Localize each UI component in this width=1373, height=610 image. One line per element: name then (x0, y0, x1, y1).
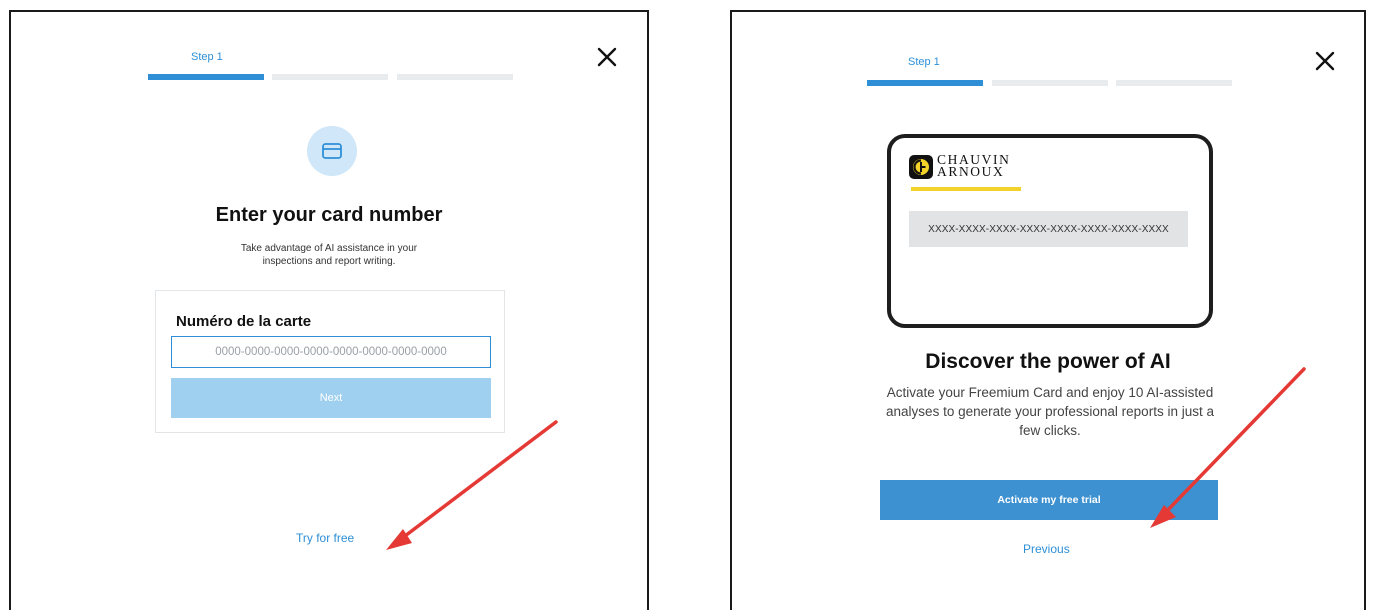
card-number-strip: XXXX-XXXX-XXXX-XXXX-XXXX-XXXX-XXXX-XXXX (909, 211, 1188, 247)
free-trial-dialog: Step 1 CHAUVIN ARNOUX XXXX-XXXX-XXXX-XXX… (730, 10, 1366, 610)
step-progress-2 (992, 80, 1108, 86)
description-line: Activate your Freemium Card and enjoy 10… (886, 385, 1214, 400)
step-progress-3 (1116, 80, 1232, 86)
close-button[interactable] (595, 45, 619, 69)
card-entry-dialog: Step 1 Enter your card number Take advan… (9, 10, 649, 610)
step-progress-2 (272, 74, 388, 80)
brand-line-2: ARNOUX (937, 164, 1005, 179)
try-for-free-link[interactable]: Try for free (296, 531, 354, 545)
chauvin-arnoux-logo-icon (909, 155, 933, 179)
step-label: Step 1 (191, 51, 223, 63)
card-number-input[interactable] (171, 336, 491, 368)
description-line: few clicks. (1019, 423, 1081, 438)
credit-card-icon (322, 143, 342, 159)
next-button[interactable]: Next (171, 378, 491, 418)
step-progress-3 (397, 74, 513, 80)
close-button[interactable] (1313, 49, 1337, 73)
card-number-label: Numéro de la carte (176, 313, 312, 330)
page-description: Activate your Freemium Card and enjoy 10… (840, 383, 1260, 440)
step-progress-1 (148, 74, 264, 80)
brand-name: CHAUVIN ARNOUX (937, 153, 1010, 179)
subtitle-line: Take advantage of AI assistance in your (240, 243, 418, 254)
step-progress-1 (867, 80, 983, 86)
page-subtitle: Take advantage of AI assistance in your … (11, 242, 647, 268)
card-number-form: Numéro de la carte Next (155, 290, 505, 433)
subtitle-line: inspections and report writing. (262, 256, 396, 267)
close-icon (597, 47, 617, 67)
activate-free-trial-button[interactable]: Activate my free trial (880, 480, 1218, 520)
close-icon (1315, 51, 1335, 71)
freemium-card-illustration: CHAUVIN ARNOUX XXXX-XXXX-XXXX-XXXX-XXXX-… (887, 134, 1213, 328)
step-label: Step 1 (908, 56, 940, 68)
page-title: Enter your card number (215, 204, 443, 226)
page-title: Discover the power of AI (925, 350, 1171, 373)
brand-underline (911, 187, 1021, 191)
previous-link[interactable]: Previous (1023, 542, 1070, 556)
description-line: analyses to generate your professional r… (886, 404, 1214, 419)
card-icon-badge (307, 126, 357, 176)
